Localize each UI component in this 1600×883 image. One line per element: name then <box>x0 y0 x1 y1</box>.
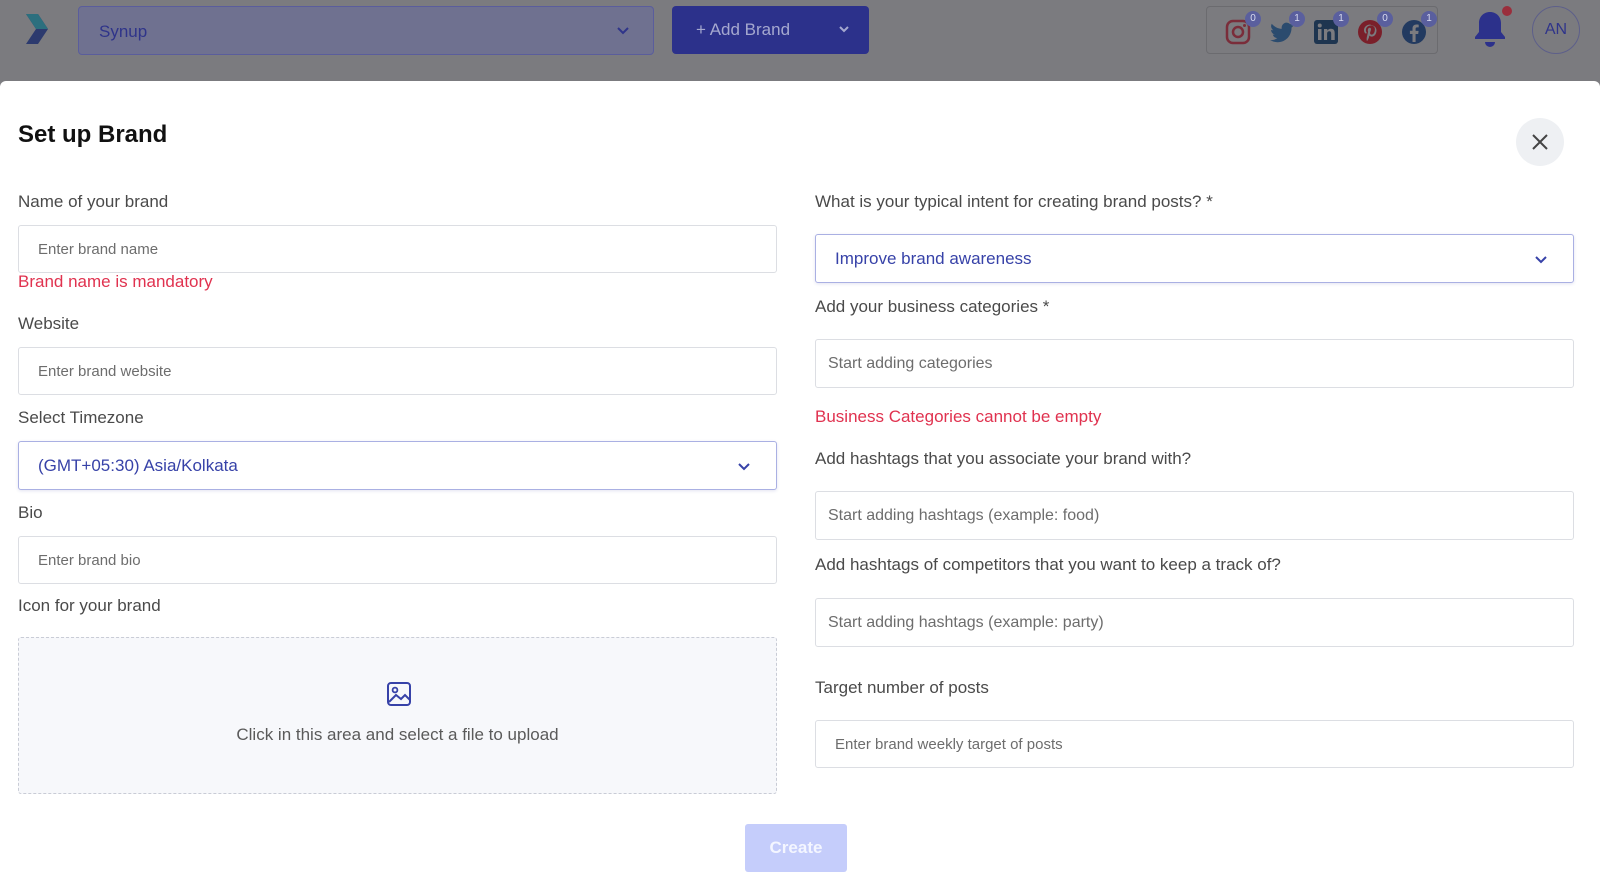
bio-input[interactable]: Enter brand bio <box>18 536 777 584</box>
intent-value: Improve brand awareness <box>835 249 1032 268</box>
chevron-down-icon[interactable] <box>837 22 851 36</box>
brand-name-placeholder: Enter brand name <box>38 241 159 258</box>
categories-label: Add your business categories * <box>815 297 1050 316</box>
target-posts-label: Target number of posts <box>815 678 989 697</box>
brand-name-label: Name of your brand <box>18 192 169 211</box>
bio-label: Bio <box>18 503 43 522</box>
add-brand-label: + Add Brand <box>696 20 791 39</box>
competitor-hashtags-placeholder: Start adding hashtags (example: party) <box>828 614 1104 631</box>
categories-error: Business Categories cannot be empty <box>815 407 1102 426</box>
competitor-hashtags-label: Add hashtags of competitors that you wan… <box>815 555 1281 574</box>
upload-instructions: Click in this area and select a file to … <box>236 725 559 744</box>
timezone-select[interactable]: (GMT+05:30) Asia/Kolkata <box>18 441 777 490</box>
timezone-value: (GMT+05:30) Asia/Kolkata <box>38 456 238 475</box>
social-accounts-bar: 0 1 1 0 1 <box>1206 6 1438 54</box>
bio-placeholder: Enter brand bio <box>38 552 141 569</box>
brand-selector[interactable]: Synup <box>78 6 654 55</box>
timezone-label: Select Timezone <box>18 408 144 427</box>
linkedin-account[interactable]: 1 <box>1311 11 1349 47</box>
instagram-account[interactable]: 0 <box>1223 11 1261 47</box>
setup-brand-panel: Set up Brand Name of your brand Enter br… <box>0 81 1600 883</box>
website-placeholder: Enter brand website <box>38 363 172 380</box>
target-posts-input[interactable]: Enter brand weekly target of posts <box>815 720 1574 768</box>
hashtags-input[interactable]: Start adding hashtags (example: food) <box>815 491 1574 540</box>
target-posts-placeholder: Enter brand weekly target of posts <box>835 736 1063 753</box>
icon-upload-dropzone[interactable]: Click in this area and select a file to … <box>18 637 777 794</box>
user-avatar[interactable]: AN <box>1532 6 1580 54</box>
website-input[interactable]: Enter brand website <box>18 347 777 395</box>
add-brand-button[interactable]: + Add Brand <box>672 6 869 54</box>
facebook-count-badge: 1 <box>1421 11 1437 27</box>
categories-placeholder: Start adding categories <box>828 355 993 372</box>
notification-dot <box>1502 6 1512 16</box>
instagram-count-badge: 0 <box>1245 11 1261 27</box>
image-icon <box>387 682 411 706</box>
categories-input[interactable]: Start adding categories <box>815 339 1574 388</box>
website-label: Website <box>18 314 80 333</box>
facebook-account[interactable]: 1 <box>1399 11 1437 47</box>
app-logo-icon[interactable] <box>24 14 48 44</box>
close-button[interactable] <box>1516 118 1564 166</box>
page-title: Set up Brand <box>18 121 168 148</box>
pinterest-count-badge: 0 <box>1377 11 1393 27</box>
hashtags-label: Add hashtags that you associate your bra… <box>815 449 1192 468</box>
create-button[interactable]: Create <box>745 824 847 872</box>
brand-icon-label: Icon for your brand <box>18 596 161 615</box>
chevron-down-icon <box>738 463 750 471</box>
twitter-count-badge: 1 <box>1289 11 1305 27</box>
brand-selector-value: Synup <box>99 22 148 41</box>
brand-name-error: Brand name is mandatory <box>18 272 213 291</box>
brand-name-input[interactable]: Enter brand name <box>18 225 777 273</box>
chevron-down-icon <box>1535 256 1547 264</box>
pinterest-account[interactable]: 0 <box>1355 11 1393 47</box>
twitter-account[interactable]: 1 <box>1267 11 1305 47</box>
hashtags-placeholder: Start adding hashtags (example: food) <box>828 507 1100 524</box>
top-bar: Synup + Add Brand 0 1 1 0 1 AN <box>0 0 1600 81</box>
close-icon <box>1532 134 1548 150</box>
chevron-down-icon <box>617 27 629 35</box>
linkedin-count-badge: 1 <box>1333 11 1349 27</box>
intent-label: What is your typical intent for creating… <box>815 192 1213 211</box>
intent-select[interactable]: Improve brand awareness <box>815 234 1574 283</box>
competitor-hashtags-input[interactable]: Start adding hashtags (example: party) <box>815 598 1574 647</box>
